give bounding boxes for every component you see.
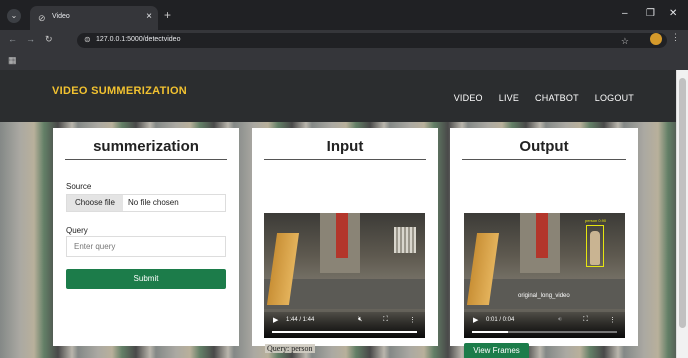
more-options-icon[interactable]: ⋮ [409, 316, 416, 324]
nav-link-live[interactable]: LIVE [499, 93, 519, 103]
bookmarks-bar: ▦ [0, 50, 688, 70]
input-video-progress-fill [272, 331, 417, 333]
play-icon[interactable]: ▶ [473, 316, 478, 324]
play-icon[interactable]: ▶ [273, 316, 278, 324]
brand-logo[interactable]: VIDEO SUMMERIZATION [52, 85, 187, 97]
url-field[interactable]: ⊜ 127.0.0.1:5000/detectvideo ☆ [77, 33, 667, 48]
output-video-progress-fill [472, 331, 509, 333]
star-icon[interactable]: ☆ [621, 36, 629, 47]
source-label: Source [66, 182, 92, 191]
nav-link-video[interactable]: VIDEO [454, 93, 483, 103]
output-video-progress[interactable] [472, 331, 617, 333]
window-close-icon[interactable]: ✕ [669, 8, 677, 19]
nav-link-logout[interactable]: LOGOUT [595, 93, 634, 103]
detection-label: person 0.90 [585, 218, 607, 223]
fullscreen-icon[interactable]: ⛶ [383, 316, 388, 324]
globe-icon: ⊘ [38, 13, 46, 23]
input-video-player[interactable]: ▶ 1:44 / 1:44 🔇︎ ⛶ ⋮ [264, 213, 425, 338]
summerization-heading: summerization [65, 138, 227, 160]
source-file-input[interactable]: Choose file No file chosen [66, 194, 226, 212]
reload-icon[interactable]: ↻ [45, 34, 53, 45]
video-overlay-text: original_long_video [518, 293, 570, 299]
page-background: VIDEO SUMMERIZATION VIDEO LIVE CHATBOT L… [0, 70, 676, 358]
input-heading: Input [264, 138, 426, 160]
nav-link-chatbot[interactable]: CHATBOT [535, 93, 579, 103]
choose-file-button[interactable]: Choose file [67, 195, 123, 211]
apps-grid-icon[interactable]: ▦ [8, 55, 17, 66]
output-video-controls: ▶ 0:01 / 0:04 🔉︎ ⛶ ⋮ [464, 312, 625, 338]
query-input[interactable] [66, 236, 226, 257]
plus-icon[interactable]: + [164, 8, 171, 22]
arrow-right-icon[interactable]: → [26, 34, 35, 44]
nav-links: VIDEO LIVE CHATBOT LOGOUT [454, 93, 634, 103]
maximize-icon[interactable]: ❐ [646, 8, 655, 19]
video-frame-door [336, 213, 348, 258]
scrollbar-thumb[interactable] [679, 78, 686, 328]
file-status: No file chosen [128, 198, 179, 207]
query-label: Query [66, 226, 88, 235]
output-video-player[interactable]: person 0.90 original_long_video ▶ 0:01 /… [464, 213, 625, 338]
tab-title: Video [52, 13, 70, 20]
browser-tab-strip: ⌄ ⊘ Video × + – ❐ ✕ [0, 0, 688, 30]
profile-avatar[interactable] [650, 33, 662, 45]
more-options-icon[interactable]: ⋮ [609, 316, 616, 324]
browser-tab[interactable]: ⊘ Video × [30, 6, 158, 30]
video-frame-door [536, 213, 548, 258]
query-result-text: Query: person [265, 344, 315, 353]
kebab-menu-icon[interactable]: ⋮ [671, 32, 680, 43]
minimize-icon[interactable]: – [622, 8, 628, 19]
input-video-controls: ▶ 1:44 / 1:44 🔇︎ ⛶ ⋮ [264, 312, 425, 338]
site-navbar: VIDEO SUMMERIZATION VIDEO LIVE CHATBOT L… [0, 70, 676, 122]
address-bar-row: ← → ↻ ⊜ 127.0.0.1:5000/detectvideo ☆ [0, 30, 688, 50]
chevron-down-icon[interactable]: ⌄ [7, 9, 21, 23]
view-frames-button[interactable]: View Frames [464, 343, 529, 358]
output-video-time: 0:01 / 0:04 [486, 317, 515, 323]
fullscreen-icon[interactable]: ⛶ [583, 316, 588, 324]
detection-box [586, 225, 604, 267]
url-text: 127.0.0.1:5000/detectvideo [96, 36, 181, 43]
arrow-left-icon[interactable]: ← [8, 34, 17, 44]
volume-icon[interactable]: 🔉︎ [558, 316, 562, 324]
page-scrollbar[interactable] [676, 70, 688, 358]
summerization-card: summerization Source Choose file No file… [53, 128, 239, 346]
site-info-icon[interactable]: ⊜ [84, 35, 91, 44]
input-video-progress[interactable] [272, 331, 417, 333]
submit-button[interactable]: Submit [66, 269, 226, 289]
close-icon[interactable]: × [146, 11, 152, 22]
video-frame-radiator [394, 227, 416, 253]
input-video-time: 1:44 / 1:44 [286, 317, 315, 323]
mute-icon[interactable]: 🔇︎ [358, 316, 362, 324]
output-heading: Output [462, 138, 626, 160]
